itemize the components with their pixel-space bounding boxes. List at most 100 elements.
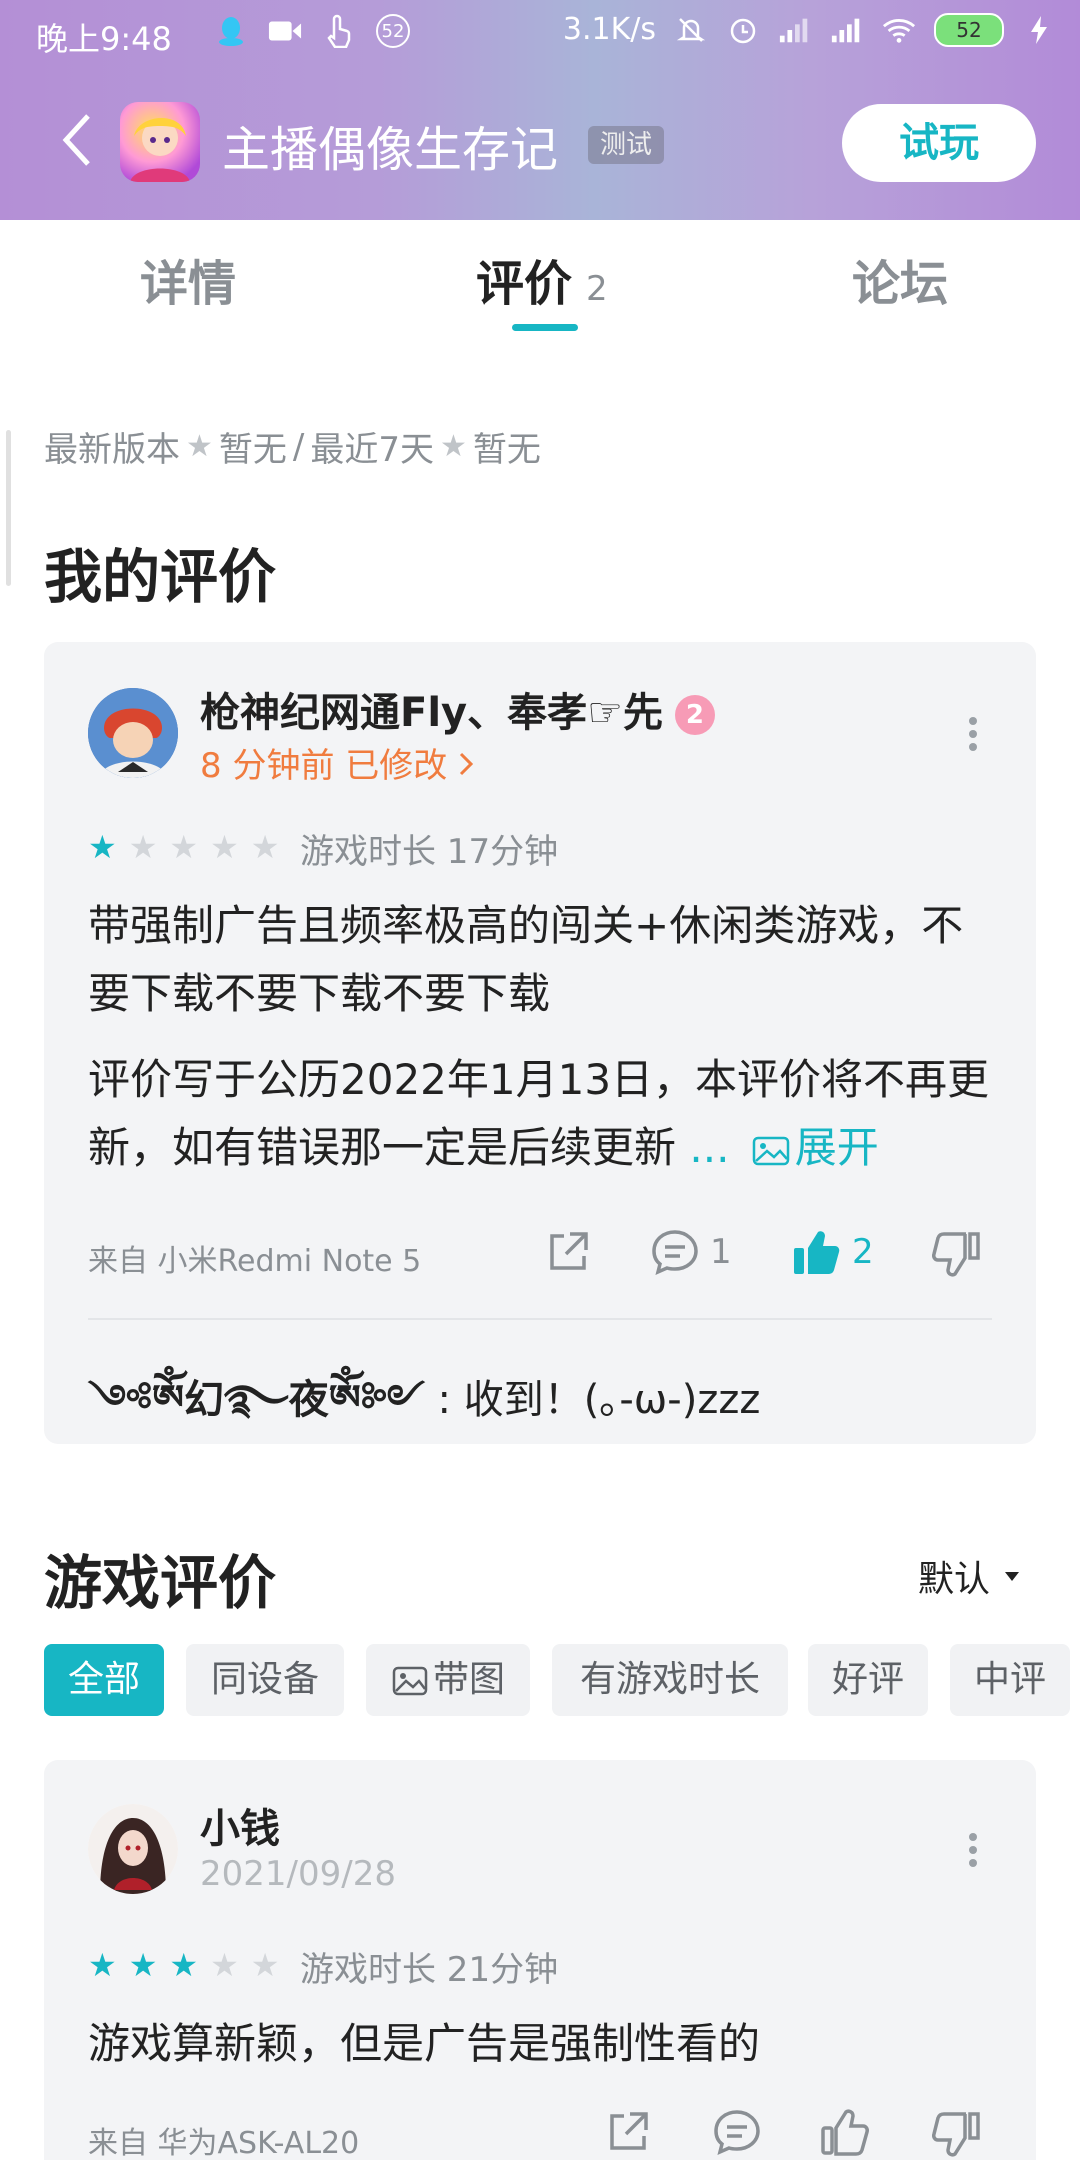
review-time[interactable]: 8 分钟前 已修改 xyxy=(200,738,474,787)
thumbs-down-icon xyxy=(932,2112,980,2157)
expand-label: 展开 xyxy=(794,1123,879,1172)
star-rating: ★ ★ ★ ★ ★ xyxy=(88,828,279,866)
latest-version-value: 暂无 xyxy=(218,430,287,470)
thumbs-down-icon xyxy=(932,1232,980,1277)
expand-link[interactable]: 展开 xyxy=(743,1123,879,1172)
tab-forum[interactable]: 论坛 xyxy=(852,244,948,314)
star-filled-icon: ★ xyxy=(88,1946,117,1984)
user-name-text: 枪神纪网通Fly、奉孝☞先 xyxy=(200,690,663,736)
star-empty-icon: ★ xyxy=(128,828,158,866)
dislike-button[interactable] xyxy=(932,1230,982,1278)
tab-reviews-count: 2 xyxy=(586,269,608,309)
filter-positive[interactable]: 好评 xyxy=(808,1644,928,1716)
like-count: 2 xyxy=(852,1232,874,1272)
test-tag: 测试 xyxy=(588,126,665,164)
tab-reviews-label: 评价 xyxy=(476,256,573,312)
thumbs-up-filled-icon xyxy=(794,1231,840,1274)
app-header: 晚上9:48 52 3.1K/s 52 主播偶像生存记 测试 试玩 xyxy=(0,0,1080,220)
summary-separator: / xyxy=(292,426,305,467)
comment-icon xyxy=(714,2110,760,2156)
touch-icon xyxy=(322,14,356,48)
my-review-card: 枪神纪网通Fly、奉孝☞先 2 8 分钟前 已修改 ★ ★ ★ ★ ★ 游戏时长 … xyxy=(44,642,1036,1444)
user-name[interactable]: 枪神纪网通Fly、奉孝☞先 2 xyxy=(200,680,715,738)
more-options-icon[interactable] xyxy=(968,1832,978,1872)
tab-reviews[interactable]: 评价 2 xyxy=(476,244,608,314)
share-button[interactable] xyxy=(544,1228,592,1276)
comment-button[interactable] xyxy=(712,2108,762,2156)
alarm-icon xyxy=(726,13,760,47)
reply-item[interactable]: ༺ༀ幻࿐夜ༀ༻ : 收到！(｡-ω-)zzz xyxy=(88,1354,760,1467)
recent-days-value: 暂无 xyxy=(472,430,541,470)
review-text-extra[interactable]: 评价写于公历2022年1月13日，本评价将不再更新，如有错误那一定是后续更新 .… xyxy=(88,1046,998,1182)
star-filled-icon: ★ xyxy=(88,828,117,866)
filter-neutral[interactable]: 中评 xyxy=(950,1644,1070,1716)
star-icon: ★ xyxy=(186,429,213,464)
dropdown-arrow-icon xyxy=(1005,1572,1020,1581)
tab-bar: 详情 评价 2 论坛 xyxy=(0,220,1080,340)
user-name[interactable]: 小钱 xyxy=(200,1796,280,1854)
tab-indicator xyxy=(512,324,578,331)
battery-indicator: 52 xyxy=(934,12,1004,47)
star-filled-icon: ★ xyxy=(169,1946,199,1984)
reply-author: ༺ༀ幻࿐夜ༀ༻ xyxy=(88,1377,425,1423)
my-review-title: 我的评价 xyxy=(44,543,277,611)
filter-has-playtime[interactable]: 有游戏时长 xyxy=(552,1644,788,1716)
image-icon xyxy=(752,1136,790,1165)
chevron-right-icon xyxy=(458,746,474,786)
more-options-icon[interactable] xyxy=(968,716,978,756)
review-date: 2021/09/28 xyxy=(200,1854,396,1894)
avatar[interactable] xyxy=(88,1804,178,1894)
level-badge: 2 xyxy=(674,695,715,735)
signal-icon xyxy=(778,13,812,47)
comment-count: 1 xyxy=(710,1232,732,1272)
avatar[interactable] xyxy=(88,688,178,778)
share-icon xyxy=(610,2112,648,2150)
play-time: 游戏时长 21分钟 xyxy=(300,1950,559,1990)
device-info: 来自 小米Redmi Note 5 xyxy=(88,1244,422,1279)
divider xyxy=(88,1318,992,1320)
try-play-button[interactable]: 试玩 xyxy=(842,104,1036,182)
video-icon xyxy=(268,14,302,48)
star-rating: ★ ★ ★ ★ ★ xyxy=(88,1946,279,1984)
like-button[interactable] xyxy=(820,2108,870,2156)
charging-icon xyxy=(1022,13,1056,47)
share-icon xyxy=(550,1232,588,1270)
star-empty-icon: ★ xyxy=(210,828,239,866)
filter-with-images[interactable]: 带图 xyxy=(366,1644,530,1716)
filter-with-images-label: 带图 xyxy=(432,1659,505,1700)
star-empty-icon: ★ xyxy=(169,828,199,866)
star-empty-icon: ★ xyxy=(250,828,280,866)
game-reviews-title: 游戏评价 xyxy=(44,1549,277,1617)
mute-icon xyxy=(674,13,708,47)
sort-label: 默认 xyxy=(918,1559,991,1600)
scroll-indicator xyxy=(6,430,11,586)
app-title: 主播偶像生存记 xyxy=(222,122,559,178)
sort-dropdown[interactable]: 默认 xyxy=(918,1550,1020,1602)
tab-details[interactable]: 详情 xyxy=(140,244,236,314)
rating-summary: 最新版本 ★ 暂无 / 最近7天 ★ 暂无 xyxy=(44,422,541,471)
review-text[interactable]: 带强制广告且频率极高的闯关+休闲类游戏，不要下载不要下载不要下载 xyxy=(88,892,998,1028)
notification-count-badge: 52 xyxy=(376,14,410,48)
star-empty-icon: ★ xyxy=(210,1946,239,1984)
time-ago: 8 分钟前 xyxy=(200,746,335,786)
ellipsis: ... xyxy=(689,1123,730,1172)
recent-days-label: 最近7天 xyxy=(310,430,435,470)
review-text[interactable]: 游戏算新颖，但是广告是强制性看的 xyxy=(88,2010,998,2078)
share-button[interactable] xyxy=(604,2108,652,2156)
star-filled-icon: ★ xyxy=(128,1946,158,1984)
status-time: 晚上9:48 xyxy=(36,20,172,58)
device-info: 来自 华为ASK-AL20 xyxy=(88,2126,360,2160)
reply-separator: : xyxy=(424,1377,464,1423)
like-button[interactable]: 2 xyxy=(792,1228,874,1276)
back-icon[interactable] xyxy=(60,112,96,172)
wifi-icon xyxy=(882,13,916,47)
reply-text: 收到！(｡-ω-)zzz xyxy=(463,1377,761,1423)
filter-same-device[interactable]: 同设备 xyxy=(186,1644,344,1716)
latest-version-label: 最新版本 xyxy=(44,430,180,470)
thumbs-up-icon xyxy=(821,2109,869,2156)
dislike-button[interactable] xyxy=(932,2110,982,2158)
app-icon xyxy=(120,102,200,182)
filter-all[interactable]: 全部 xyxy=(44,1644,164,1716)
star-icon: ★ xyxy=(440,429,467,464)
comment-button[interactable]: 1 xyxy=(650,1228,732,1276)
